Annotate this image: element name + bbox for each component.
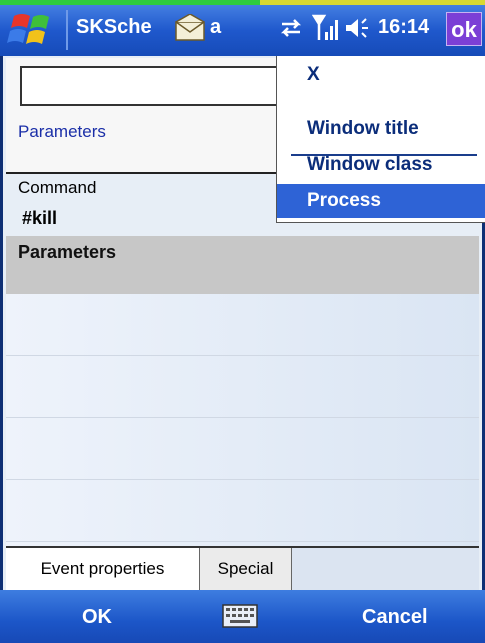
parameters-row[interactable]: Parameters xyxy=(6,236,479,294)
context-menu: X Window title Window class Process xyxy=(276,56,485,223)
list-item[interactable] xyxy=(6,356,479,418)
command-value[interactable]: #kill xyxy=(22,208,57,229)
envelope-icon xyxy=(175,14,205,41)
ok-softkey[interactable]: OK xyxy=(82,606,112,629)
tab-special[interactable]: Special xyxy=(200,548,292,590)
parameters-link[interactable]: Parameters xyxy=(18,122,106,142)
name-input[interactable] xyxy=(20,66,280,106)
list-item[interactable] xyxy=(6,418,479,480)
softkey-bar: OK Cancel xyxy=(0,590,485,643)
list-item[interactable] xyxy=(6,294,479,356)
menu-item-process[interactable]: Process xyxy=(277,184,485,218)
signal-strength-icon xyxy=(312,14,338,40)
cancel-softkey[interactable]: Cancel xyxy=(362,606,428,629)
speaker-icon xyxy=(346,18,368,38)
ok-title-button[interactable]: ok xyxy=(446,12,482,46)
command-label: Command xyxy=(18,178,97,197)
menu-item-x[interactable]: X xyxy=(277,58,485,92)
app-title: SKSche xyxy=(76,16,152,38)
title-bar: SKSche a 16:14 ok xyxy=(0,0,485,56)
tab-strip: Event properties Special xyxy=(6,546,479,590)
parameters-row-label: Parameters xyxy=(18,242,117,262)
start-button[interactable] xyxy=(6,10,58,50)
app-title-suffix: a xyxy=(210,16,222,38)
title-bar-top-line xyxy=(0,0,485,5)
windows-flag-icon xyxy=(7,14,49,44)
sync-arrows-icon xyxy=(280,19,302,37)
title-separator xyxy=(66,10,68,50)
menu-item-window-title[interactable]: Window title xyxy=(277,112,485,146)
clock: 16:14 xyxy=(378,16,430,38)
parameter-list xyxy=(6,294,479,546)
tab-event-properties[interactable]: Event properties xyxy=(6,548,200,590)
menu-item-window-class[interactable]: Window class xyxy=(277,148,485,182)
list-item[interactable] xyxy=(6,480,479,542)
keyboard-icon[interactable] xyxy=(222,604,258,628)
